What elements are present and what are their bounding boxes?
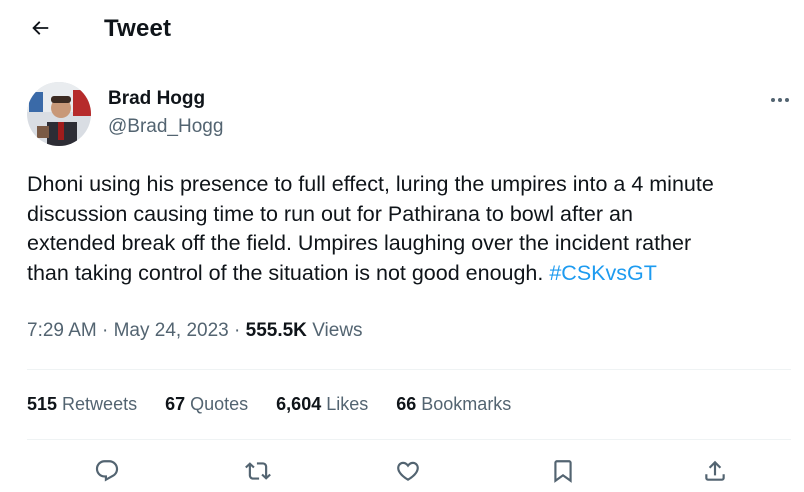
like-button[interactable] [391,456,425,490]
views-label: Views [306,320,363,341]
arrow-left-icon [29,17,51,44]
retweet-button[interactable] [241,456,275,490]
author-handle[interactable]: @Brad_Hogg [108,116,223,138]
tweet-line: Dhoni using his presence to full effect,… [27,172,714,196]
retweet-icon [245,458,271,489]
retweets-stat[interactable]: 515 Retweets [27,394,137,415]
tweet-date[interactable]: May 24, 2023 [114,320,229,341]
share-icon [702,458,728,489]
more-horizontal-icon [771,98,789,102]
share-button[interactable] [698,456,732,490]
page-title: Tweet [104,15,172,42]
bookmarks-stat[interactable]: 66 Bookmarks [396,394,511,415]
tweet-line: extended break off the field. Umpires la… [27,231,692,255]
author-name[interactable]: Brad Hogg [108,88,205,110]
reply-icon [94,458,120,489]
tweet-text: Dhoni using his presence to full effect,… [27,170,797,288]
tweet-line: than taking control of the situation is … [27,260,657,285]
quotes-stat[interactable]: 67 Quotes [165,394,248,415]
hashtag-link[interactable]: #CSKvsGT [549,261,657,285]
like-icon [395,458,421,489]
divider [27,369,791,370]
avatar[interactable] [27,82,91,146]
reply-button[interactable] [90,456,124,490]
header: Tweet [0,0,804,60]
tweet-time[interactable]: 7:29 AM [27,320,97,341]
back-button[interactable] [22,12,58,48]
tweet-meta: 7:29 AM · May 24, 2023 · 555.5K Views [27,320,363,341]
action-bar [0,450,804,492]
tweet-stats: 515 Retweets 67 Quotes 6,604 Likes 66 Bo… [27,394,539,415]
tweet-line: discussion causing time to run out for P… [27,201,633,226]
views-count: 555.5K [245,320,307,341]
divider [27,439,791,440]
likes-stat[interactable]: 6,604 Likes [276,394,368,415]
bookmark-button[interactable] [546,456,580,490]
more-options-button[interactable] [766,88,794,112]
bookmark-icon [550,458,576,489]
